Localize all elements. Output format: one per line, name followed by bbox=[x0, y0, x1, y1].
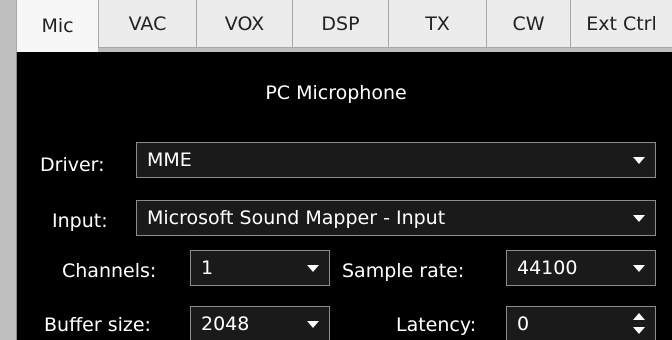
tab-bar: Mic VAC VOX DSP TX CW Ext Ctrl bbox=[16, 0, 672, 52]
channels-label: Channels: bbox=[62, 260, 157, 282]
latency-spinner[interactable]: 0 bbox=[506, 306, 656, 340]
tab-cw[interactable]: CW bbox=[486, 0, 570, 48]
input-value: Microsoft Sound Mapper - Input bbox=[147, 207, 446, 229]
channels-dropdown[interactable]: 1 bbox=[190, 250, 330, 286]
buffer-size-value: 2048 bbox=[201, 313, 250, 335]
sample-rate-dropdown[interactable]: 44100 bbox=[506, 250, 656, 286]
tab-label: VOX bbox=[224, 12, 265, 35]
mic-settings-window: Mic VAC VOX DSP TX CW Ext Ctrl PC Microp… bbox=[0, 0, 672, 340]
chevron-down-icon bbox=[307, 265, 319, 272]
chevron-down-icon bbox=[633, 265, 645, 272]
latency-label: Latency: bbox=[396, 314, 477, 336]
tab-vac[interactable]: VAC bbox=[98, 0, 196, 48]
tab-label: TX bbox=[425, 12, 450, 35]
spin-down-icon[interactable] bbox=[633, 327, 645, 334]
tab-tx[interactable]: TX bbox=[388, 0, 486, 48]
driver-value: MME bbox=[147, 149, 192, 171]
chevron-down-icon bbox=[633, 157, 645, 164]
sample-rate-label: Sample rate: bbox=[342, 260, 465, 282]
tab-mic[interactable]: Mic bbox=[16, 0, 98, 52]
spin-up-icon[interactable] bbox=[633, 313, 645, 320]
tab-label: Mic bbox=[41, 15, 74, 37]
latency-value: 0 bbox=[517, 313, 530, 335]
chevron-down-icon bbox=[307, 321, 319, 328]
input-label: Input: bbox=[52, 210, 108, 232]
input-dropdown[interactable]: Microsoft Sound Mapper - Input bbox=[136, 200, 656, 236]
tab-ext-ctrl[interactable]: Ext Ctrl bbox=[570, 0, 672, 48]
driver-dropdown[interactable]: MME bbox=[136, 142, 656, 178]
buffer-size-label: Buffer size: bbox=[44, 314, 151, 336]
tab-label: DSP bbox=[321, 12, 360, 35]
tab-label: Ext Ctrl bbox=[586, 12, 657, 35]
section-title: PC Microphone bbox=[265, 82, 407, 104]
driver-label: Driver: bbox=[40, 154, 105, 176]
tab-label: CW bbox=[512, 12, 545, 35]
channels-value: 1 bbox=[201, 257, 214, 279]
tab-dsp[interactable]: DSP bbox=[292, 0, 388, 48]
chevron-down-icon bbox=[633, 215, 645, 222]
tab-label: VAC bbox=[128, 12, 167, 35]
tab-vox[interactable]: VOX bbox=[196, 0, 292, 48]
sample-rate-value: 44100 bbox=[517, 257, 578, 279]
buffer-size-dropdown[interactable]: 2048 bbox=[190, 306, 330, 340]
